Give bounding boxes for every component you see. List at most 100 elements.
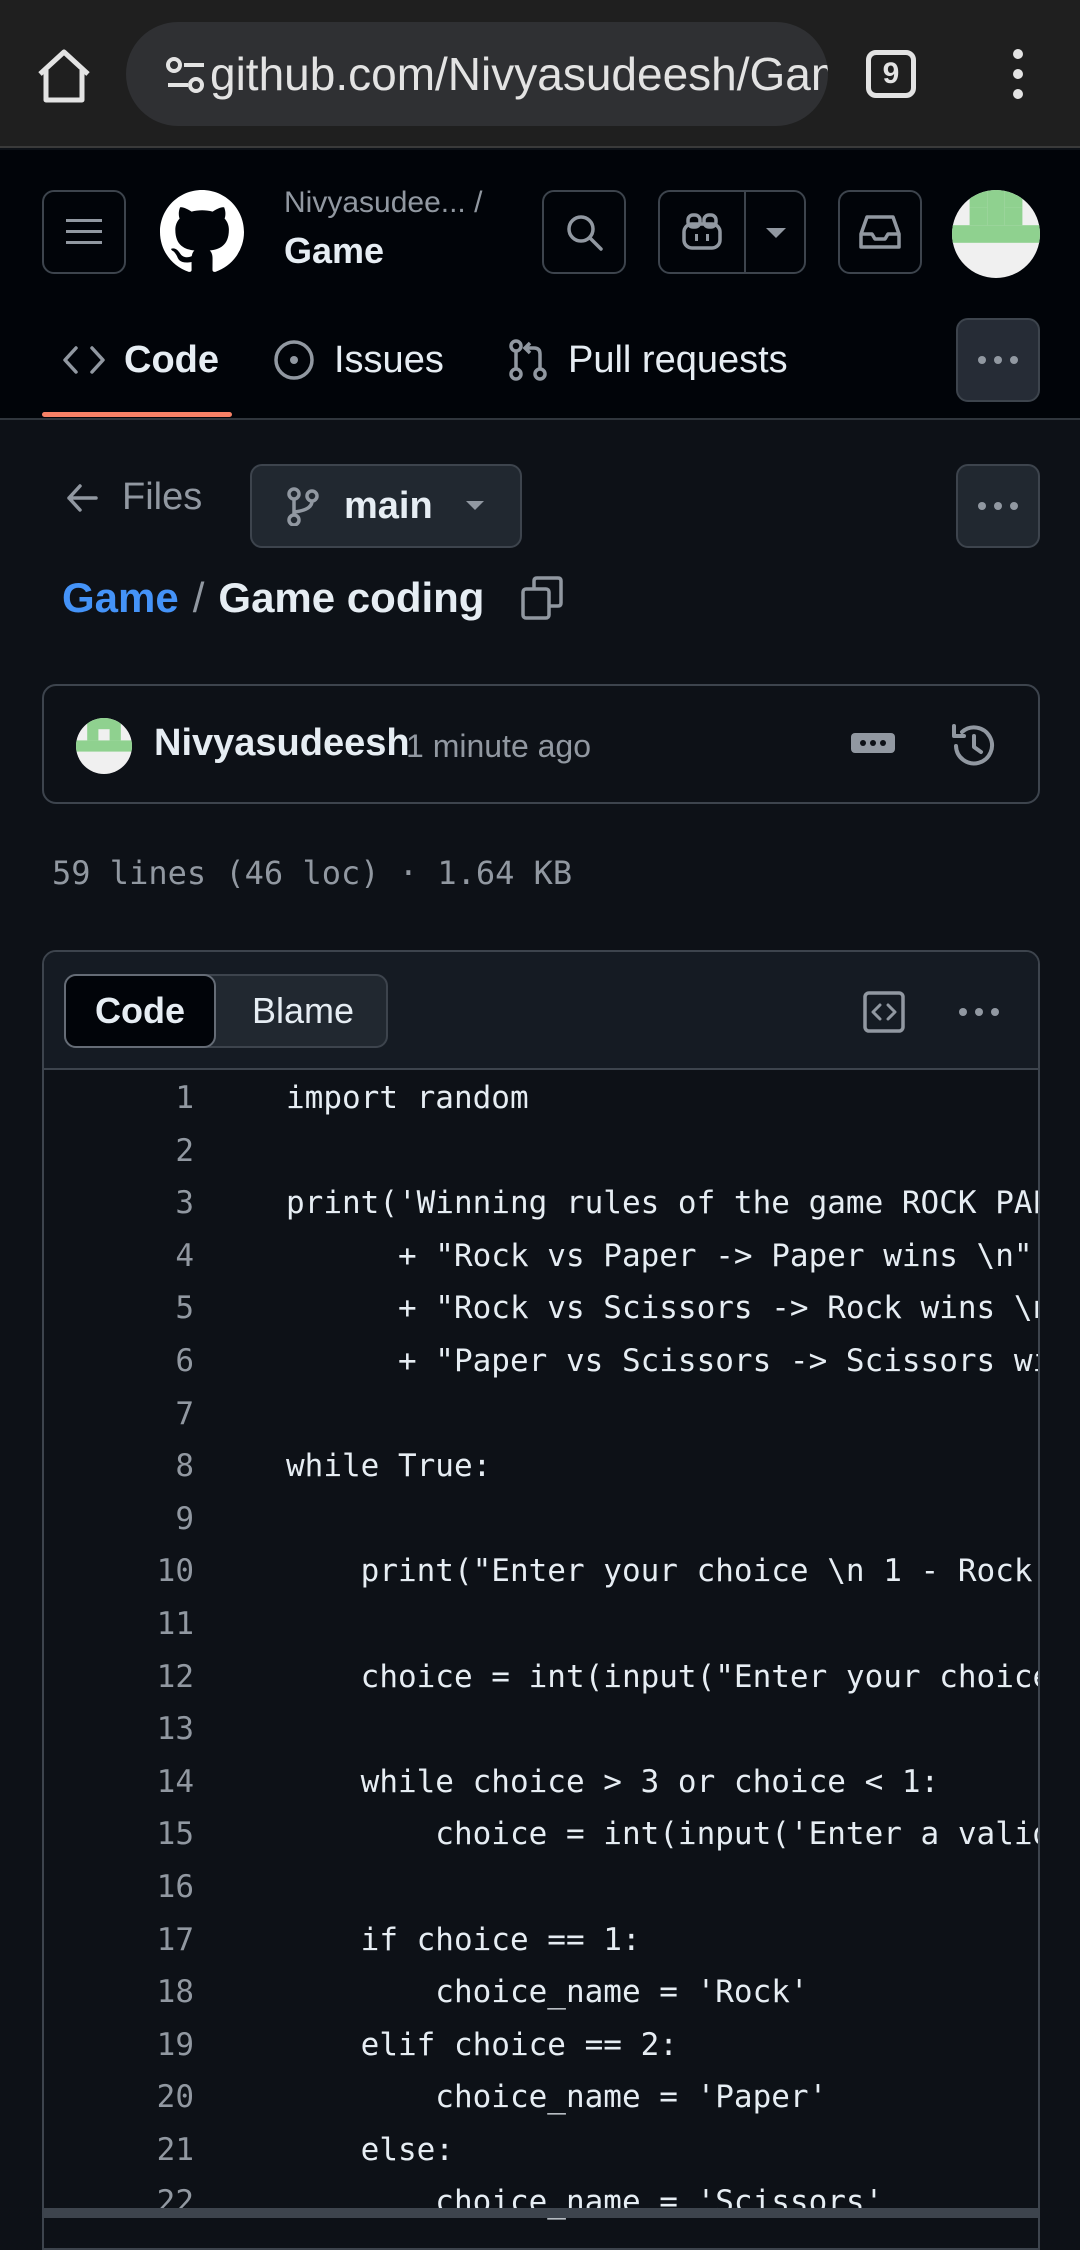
code-line: 19 elif choice == 2: [44, 2019, 1038, 2072]
line-number[interactable]: 11 [157, 1606, 194, 1642]
code-line: 1 import random [44, 1072, 1038, 1125]
browser-toolbar: github.com/Nivyasudeesh/Game/blob/main/G… [0, 0, 1080, 148]
github-logo-icon[interactable] [160, 190, 244, 274]
files-back-label: Files [122, 476, 203, 518]
url-text[interactable]: github.com/Nivyasudeesh/Game/blob/main/G… [210, 46, 828, 102]
line-number[interactable]: 9 [175, 1501, 194, 1537]
line-number[interactable]: 1 [175, 1080, 194, 1116]
site-settings-icon[interactable] [164, 55, 208, 95]
view-mode-toggle: Code Blame [64, 974, 388, 1048]
code-toolbar: Code Blame [44, 952, 1038, 1070]
copy-path-icon[interactable] [520, 575, 564, 621]
code-line: 22 choice_name = 'Scissors' [44, 2176, 1038, 2229]
branch-name: main [344, 484, 433, 527]
line-content: print("Enter your choice \n 1 - Rock \n … [360, 1553, 1033, 1590]
inbox-button[interactable] [838, 190, 922, 274]
commit-author[interactable]: Nivyasudeesh [154, 722, 410, 765]
line-number[interactable]: 4 [175, 1238, 194, 1274]
line-number[interactable]: 13 [157, 1711, 194, 1747]
line-number[interactable]: 21 [157, 2132, 194, 2168]
hamburger-icon [66, 219, 102, 244]
code-line: 3 print('Winning rules of the game ROCK P… [44, 1177, 1038, 1230]
browser-menu-icon[interactable] [1000, 44, 1036, 104]
line-content: choice = int(input('Enter a valid choice… [435, 1816, 1038, 1853]
code-line: 21 else: [44, 2124, 1038, 2177]
line-number[interactable]: 12 [157, 1659, 194, 1695]
line-content: + "Rock vs Scissors -> Rock wins \n" [286, 1290, 1040, 1327]
breadcrumb-repo-link[interactable]: Game [62, 574, 179, 622]
line-number[interactable]: 15 [157, 1816, 194, 1852]
code-line: 9 [44, 1493, 1038, 1546]
line-number[interactable]: 16 [157, 1869, 194, 1905]
code-line: 13 [44, 1703, 1038, 1756]
line-number[interactable]: 10 [157, 1553, 194, 1589]
code-line: 7 [44, 1388, 1038, 1441]
line-number[interactable]: 18 [157, 1974, 194, 2010]
user-avatar[interactable] [952, 190, 1040, 278]
line-content: choice_name = 'Paper' [286, 2079, 828, 2116]
line-number[interactable]: 3 [175, 1185, 194, 1221]
code-line: 5 + "Rock vs Scissors -> Rock wins \n" [44, 1282, 1040, 1335]
code-line: 6 + "Paper vs Scissors -> Scissors wins … [44, 1335, 1038, 1388]
symbols-icon[interactable] [862, 990, 906, 1034]
home-icon[interactable] [28, 44, 100, 108]
code-line: 20 choice_name = 'Paper' [44, 2071, 1038, 2124]
line-content: + "Paper vs Scissors -> Scissors wins \n… [397, 1342, 1038, 1379]
line-number[interactable]: 8 [175, 1448, 194, 1484]
history-icon[interactable] [948, 720, 1000, 772]
issue-opened-icon [274, 340, 314, 380]
line-number[interactable]: 7 [175, 1396, 194, 1432]
line-content: if choice == 1: [286, 1921, 641, 1958]
code-line: 2 [44, 1125, 1038, 1178]
copilot-button-group[interactable] [658, 190, 806, 274]
tab-code[interactable]: Code [62, 330, 219, 390]
line-number[interactable]: 14 [157, 1764, 194, 1800]
line-content: while choice > 3 or choice < 1: [286, 1763, 940, 1800]
code-lines: 1 import random 2 3 print('Winning rules of … [44, 1072, 1040, 2229]
blame-view-button[interactable]: Blame [218, 976, 388, 1046]
breadcrumb-separator: / [192, 574, 205, 621]
horizontal-scrollbar[interactable] [42, 2208, 1040, 2218]
code-line: 4 + "Rock vs Paper -> Paper wins \n" [44, 1230, 1038, 1283]
latest-commit-box: Nivyasudeesh 1 minute ago [42, 684, 1040, 804]
tab-issues[interactable]: Issues [272, 330, 444, 390]
menu-button[interactable] [42, 190, 126, 274]
author-avatar[interactable] [76, 718, 132, 774]
line-content: print('Winning rules of the game ROCK PA… [286, 1185, 1038, 1222]
line-number[interactable]: 19 [157, 2027, 194, 2063]
code-view-button[interactable]: Code [64, 974, 216, 1048]
line-content: while True: [286, 1448, 492, 1485]
line-number[interactable]: 20 [157, 2079, 194, 2115]
active-tab-indicator [42, 412, 232, 417]
tab-switcher-button[interactable]: 9 [866, 50, 916, 98]
git-branch-icon [287, 487, 319, 526]
code-viewer: Code Blame 1 import random 2 3 print('Winnin… [42, 950, 1040, 2250]
line-number[interactable]: 2 [175, 1133, 194, 1169]
code-more-icon[interactable] [956, 996, 1002, 1028]
copilot-icon [682, 213, 722, 250]
line-content: choice = int(input("Enter your choice :"… [360, 1658, 1038, 1695]
divider [744, 192, 746, 272]
code-line: 18 choice_name = 'Rock' [44, 1966, 1038, 2019]
code-line: 16 [44, 1861, 1038, 1914]
code-line: 11 [44, 1598, 1038, 1651]
line-number[interactable]: 5 [175, 1290, 194, 1326]
kebab-horizontal-icon [978, 502, 1018, 510]
repo-name-link[interactable]: Game [284, 230, 384, 272]
more-tabs-button[interactable] [956, 318, 1040, 402]
files-back-button[interactable]: Files [66, 476, 202, 519]
address-bar[interactable]: github.com/Nivyasudeesh/Game/blob/main/G… [126, 22, 828, 126]
chevron-down-icon[interactable] [764, 226, 788, 240]
code-line: 12 choice = int(input("Enter your choice… [44, 1651, 1038, 1704]
search-button[interactable] [542, 190, 626, 274]
git-pull-request-icon [509, 339, 547, 381]
commit-message-toggle[interactable] [850, 728, 896, 758]
tab-pull-requests[interactable]: Pull requests [506, 330, 788, 390]
line-number[interactable]: 6 [175, 1343, 194, 1379]
file-actions-button[interactable] [956, 464, 1040, 548]
branch-selector[interactable]: main [250, 464, 522, 548]
search-icon [567, 215, 603, 251]
line-number[interactable]: 17 [157, 1922, 194, 1958]
repo-owner-link[interactable]: Nivyasudee... / [284, 186, 482, 220]
code-icon [63, 346, 105, 374]
